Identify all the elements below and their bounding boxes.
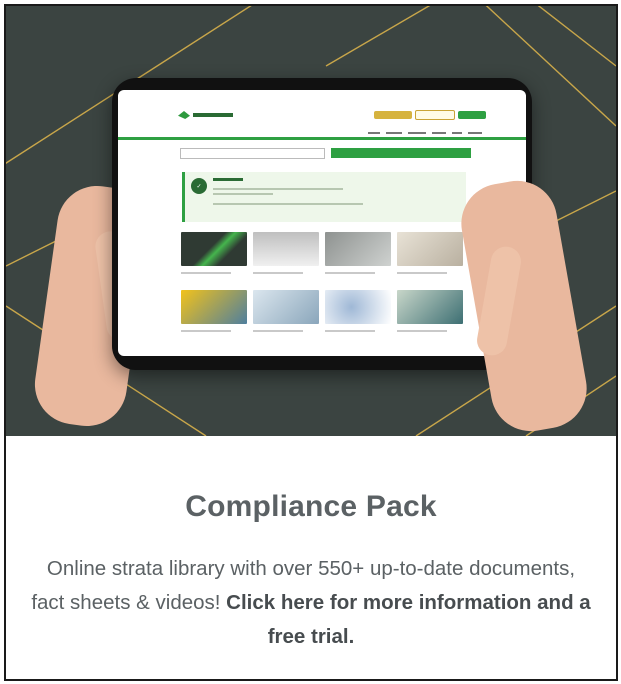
- library-tile: [325, 232, 391, 284]
- site-nav: [118, 129, 526, 137]
- compliance-pack-box-title: [213, 178, 243, 181]
- site-header-buttons: [374, 110, 486, 120]
- compliance-pack-icon: ✓: [191, 178, 207, 194]
- compliance-text-line: [213, 193, 273, 195]
- hero-image[interactable]: ✓: [6, 6, 616, 436]
- tablet-status-bar: [118, 90, 526, 101]
- promo-card[interactable]: ✓ Compliance Pack Online strata library …: [4, 4, 618, 681]
- promo-cta-link[interactable]: Click here for more information and a fr…: [226, 591, 591, 648]
- library-tile: [253, 290, 319, 342]
- library-tile: [181, 232, 247, 284]
- library-tile: [397, 232, 463, 284]
- library-tile: [253, 232, 319, 284]
- promo-text-area: Compliance Pack Online strata library wi…: [6, 436, 616, 679]
- site-search-field: [180, 148, 325, 159]
- library-tile: [397, 290, 463, 342]
- bannermans-logo: [178, 111, 233, 119]
- library-tile: [325, 290, 391, 342]
- promo-description: Online strata library with over 550+ up-…: [31, 552, 591, 654]
- site-search-button: [331, 148, 471, 158]
- site-search-row: [118, 148, 526, 159]
- header-button-outline: [415, 110, 455, 120]
- header-button-gold: [374, 111, 412, 119]
- library-tile: [181, 290, 247, 342]
- compliance-text-line: [213, 203, 363, 205]
- bannermans-logo-icon: [178, 111, 190, 119]
- site-green-bar: [118, 137, 526, 140]
- header-button-green: [458, 111, 486, 119]
- compliance-pack-box: ✓: [182, 172, 466, 222]
- promo-title: Compliance Pack: [185, 490, 437, 523]
- compliance-text-line: [213, 188, 343, 190]
- site-header: [118, 101, 526, 129]
